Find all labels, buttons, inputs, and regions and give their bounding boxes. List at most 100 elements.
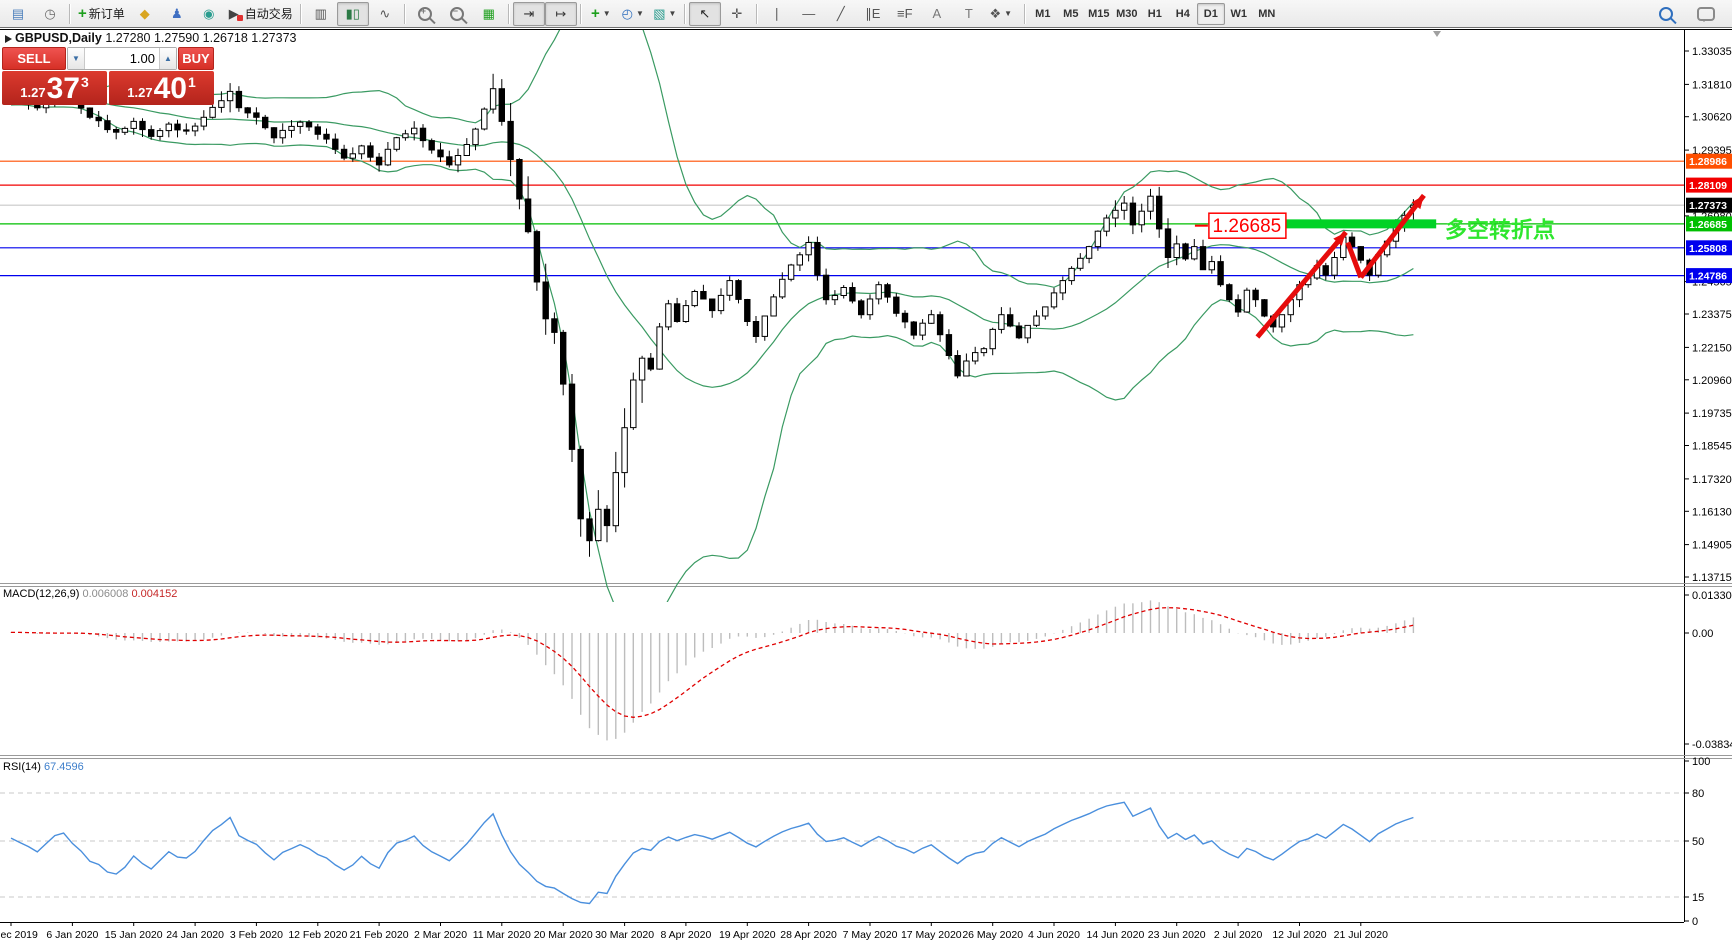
search-button[interactable] (1650, 2, 1682, 26)
metaeditor-button[interactable]: ◆ (129, 2, 161, 26)
crosshair-button[interactable]: ✛ (721, 2, 753, 26)
toolbar-separator (1024, 4, 1026, 24)
candlestick-chart-button[interactable]: ▮▯ (337, 2, 369, 26)
svg-text:8 Apr 2020: 8 Apr 2020 (661, 929, 712, 941)
volume-decrease-button[interactable]: ▼ (68, 48, 85, 69)
svg-text:1.22150: 1.22150 (1692, 342, 1732, 354)
crosshair-icon: ✛ (731, 6, 742, 22)
chevron-down-icon: ▼ (668, 9, 676, 18)
triangle-up-icon: ▲ (164, 54, 172, 63)
timeframe-M15-button[interactable]: M15 (1085, 3, 1113, 25)
svg-text:50: 50 (1692, 836, 1704, 848)
text-button[interactable]: A (921, 2, 953, 26)
svg-text:0: 0 (1692, 916, 1698, 928)
cursor-button[interactable]: ↖ (689, 2, 721, 26)
text-label-button[interactable]: T (953, 2, 985, 26)
timeframe-M1-button[interactable]: M1 (1029, 3, 1057, 25)
svg-text:1.13715: 1.13715 (1692, 572, 1732, 584)
timeframe-H4-button[interactable]: H4 (1169, 3, 1197, 25)
horizontal-line-icon: — (802, 6, 815, 21)
new-chart-button[interactable]: ▤ (2, 2, 34, 26)
toolbar-right (1650, 2, 1730, 26)
svg-text:1.17320: 1.17320 (1692, 474, 1732, 486)
zoom-out-button[interactable]: − (441, 2, 473, 26)
buy-price-small: 1.27 (127, 85, 152, 100)
new-order-button[interactable]: +新订单 (74, 2, 129, 26)
auto-scroll-button[interactable]: ⇥ (513, 2, 545, 26)
zoom-in-button[interactable]: + (409, 2, 441, 26)
timeframe-MN-button[interactable]: MN (1253, 3, 1281, 25)
svg-text:1.26685: 1.26685 (1689, 219, 1727, 231)
buy-button[interactable]: BUY (178, 47, 214, 70)
equidistant-channel-button[interactable]: ∥E (857, 2, 889, 26)
timeframe-M30-button[interactable]: M30 (1113, 3, 1141, 25)
triangle-down-icon: ▼ (72, 54, 80, 63)
svg-text:1.23375: 1.23375 (1692, 309, 1732, 321)
arrows-button[interactable]: ❖▼ (985, 2, 1017, 26)
sell-button[interactable]: SELL (2, 47, 66, 70)
metaeditor-icon: ◆ (140, 6, 150, 22)
volume-input[interactable] (85, 48, 159, 69)
vertical-line-button[interactable]: ∣ (761, 2, 793, 26)
macd-signal-value: 0.004152 (131, 588, 177, 600)
chat-button[interactable] (1690, 2, 1722, 26)
svg-text:1.16130: 1.16130 (1692, 506, 1732, 518)
sell-price-big: 37 (47, 74, 80, 104)
autotrading-label: 自动交易 (245, 5, 293, 22)
svg-text:1.18545: 1.18545 (1692, 441, 1732, 453)
volume-increase-button[interactable]: ▲ (159, 48, 176, 69)
vertical-line-icon: ∣ (774, 6, 781, 22)
svg-text:1.30620: 1.30620 (1692, 112, 1732, 124)
svg-text:-0.038343: -0.038343 (1692, 739, 1732, 751)
new-order-icon: + (78, 5, 87, 22)
autotrading-button[interactable]: ▶自动交易 (225, 2, 297, 26)
fibonacci-button[interactable]: ≡F (889, 2, 921, 26)
svg-text:17 May 2020: 17 May 2020 (901, 929, 962, 941)
svg-text:80: 80 (1692, 788, 1704, 800)
toolbar-separator (580, 4, 582, 24)
timeframe-D1-button[interactable]: D1 (1197, 3, 1225, 25)
chevron-down-icon: ▼ (636, 9, 644, 18)
text-icon: A (932, 6, 941, 21)
svg-text:12 Feb 2020: 12 Feb 2020 (288, 929, 347, 941)
chat-icon (1697, 7, 1715, 21)
rsi-name: RSI(14) (3, 761, 41, 773)
periods-icon: ◴ (622, 6, 633, 22)
symbol-period: GBPUSD,Daily (15, 31, 102, 45)
volume-control: ▼ ▲ (67, 47, 177, 70)
candlestick-chart-icon: ▮▯ (346, 6, 360, 22)
timeframe-W1-button[interactable]: W1 (1225, 3, 1253, 25)
periods-button[interactable]: ◴▼ (617, 2, 649, 26)
indicators-button[interactable]: +▼ (585, 2, 617, 26)
svg-text:1.33035: 1.33035 (1692, 46, 1732, 58)
community-button[interactable]: ♟ (161, 2, 193, 26)
timeframe-H1-button[interactable]: H1 (1141, 3, 1169, 25)
trendline-button[interactable]: ╱ (825, 2, 857, 26)
chart-menu-icon[interactable] (5, 35, 12, 43)
new-order-label: 新订单 (89, 5, 125, 22)
tick-chart-button[interactable]: ◷ (34, 2, 66, 26)
toolbar-separator (684, 4, 686, 24)
svg-text:7 May 2020: 7 May 2020 (843, 929, 898, 941)
tile-windows-button[interactable]: ▦ (473, 2, 505, 26)
ohlc-quotes: 1.27280 1.27590 1.26718 1.27373 (105, 31, 296, 45)
line-chart-button[interactable]: ∿ (369, 2, 401, 26)
buy-price[interactable]: 1.27 40 1 (109, 71, 214, 105)
chart-shift-button[interactable]: ↦ (545, 2, 577, 26)
text-label-icon: T (965, 6, 973, 21)
sell-price[interactable]: 1.27 37 3 (2, 71, 107, 105)
new-chart-icon: ▤ (12, 6, 24, 22)
svg-text:4 Jun 2020: 4 Jun 2020 (1028, 929, 1080, 941)
bar-chart-button[interactable]: ▥ (305, 2, 337, 26)
templates-button[interactable]: ▧▼ (649, 2, 681, 26)
news-button[interactable]: ◉ (193, 2, 225, 26)
chart-title: GBPUSD,Daily 1.27280 1.27590 1.26718 1.2… (15, 31, 296, 45)
horizontal-line-button[interactable]: — (793, 2, 825, 26)
svg-text:1.28109: 1.28109 (1689, 180, 1727, 192)
chart-surface[interactable]: 1.330351.318101.306201.293951.269801.245… (0, 28, 1732, 947)
svg-text:2 Jul 2020: 2 Jul 2020 (1214, 929, 1263, 941)
svg-text:19 Apr 2020: 19 Apr 2020 (719, 929, 776, 941)
timeframe-M5-button[interactable]: M5 (1057, 3, 1085, 25)
chevron-down-icon: ▼ (603, 9, 611, 18)
svg-text:20 Mar 2020: 20 Mar 2020 (534, 929, 593, 941)
